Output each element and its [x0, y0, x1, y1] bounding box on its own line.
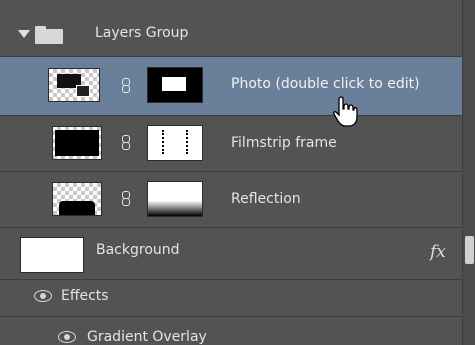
mask-perforation-left [162, 130, 166, 154]
layer-row-background[interactable]: Background fx [0, 228, 462, 278]
layer-row-reflection[interactable]: Reflection [0, 172, 462, 227]
scrollbar[interactable] [462, 0, 475, 345]
disclosure-triangle-icon[interactable] [18, 30, 30, 38]
layer-row-photo[interactable]: Photo (double click to edit) [0, 57, 462, 115]
reflection-thumb-image [59, 201, 95, 215]
layer-row-filmstrip[interactable]: Filmstrip frame [0, 116, 462, 171]
layer-mask-reflection[interactable] [147, 181, 203, 217]
layer-thumbnail-background[interactable] [20, 237, 84, 273]
link-icon[interactable] [121, 78, 131, 94]
layer-mask-filmstrip[interactable] [147, 125, 203, 161]
eye-icon[interactable] [34, 290, 52, 302]
layer-label-filmstrip: Filmstrip frame [231, 135, 337, 151]
layer-thumbnail-reflection[interactable] [52, 182, 102, 216]
layer-thumbnail-photo[interactable] [48, 68, 100, 102]
scrollbar-thumb[interactable] [465, 236, 474, 264]
filmstrip-thumb-image [55, 130, 99, 156]
mask-perforation-right [186, 130, 190, 154]
effect-gradient-overlay[interactable]: Gradient Overlay [87, 329, 207, 345]
folder-icon [35, 26, 63, 44]
group-label: Layers Group [95, 25, 189, 41]
link-icon[interactable] [121, 191, 131, 207]
eye-icon[interactable] [58, 331, 76, 343]
smart-object-icon [76, 85, 90, 97]
layer-group-row[interactable]: Layers Group [0, 12, 462, 57]
link-icon[interactable] [121, 135, 131, 151]
mask-shape [162, 77, 186, 91]
effects-label: Effects [61, 288, 109, 304]
layer-label-photo: Photo (double click to edit) [231, 76, 420, 92]
fx-icon[interactable]: fx [430, 242, 446, 262]
layer-thumbnail-filmstrip[interactable] [52, 126, 102, 160]
layer-mask-photo[interactable] [147, 67, 203, 103]
separator [0, 316, 462, 317]
layers-panel: Layers Group Photo (double click to edit… [0, 0, 475, 345]
layer-label-reflection: Reflection [231, 191, 301, 207]
separator [0, 279, 462, 280]
layer-label-background: Background [96, 242, 180, 258]
hand-cursor-icon [332, 96, 358, 127]
